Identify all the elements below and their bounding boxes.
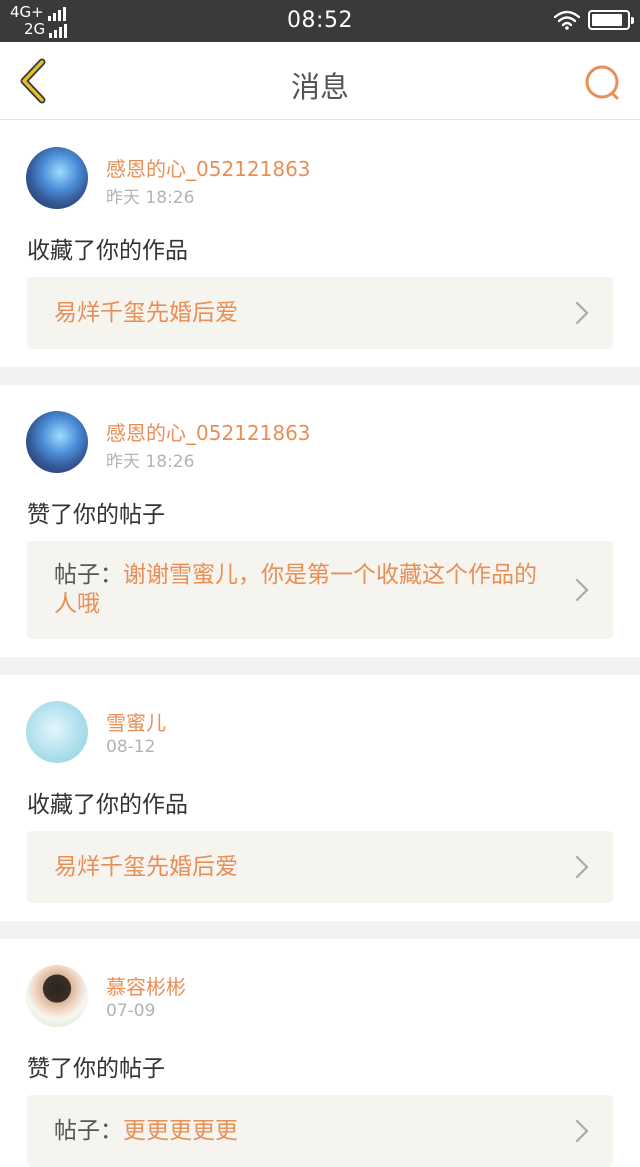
page-title: 消息 [290,70,349,104]
message-list: 感恩的心_052121863 昨天 18:26 收藏了你的作品 易烊千玺先婚后爱… [0,121,640,1167]
divider [0,921,640,939]
target-title: 易烊千玺先婚后爱 [54,299,238,326]
nav-bar: 消息 [0,42,640,120]
username[interactable]: 感恩的心_052121863 [106,153,311,182]
avatar[interactable] [26,147,88,209]
divider [0,367,640,385]
action-text: 收藏了你的作品 [27,238,188,264]
message-time: 08-12 [106,737,156,757]
username[interactable]: 慕容彬彬 [106,971,186,1000]
target-link[interactable]: 易烊千玺先婚后爱 [27,277,613,349]
username[interactable]: 雪蜜儿 [106,707,166,736]
target-title: 更更更更更 [123,1117,238,1144]
message-card: 感恩的心_052121863 昨天 18:26 赞了你的帖子 帖子：谢谢雪蜜儿，… [0,385,640,657]
target-link[interactable]: 帖子：谢谢雪蜜儿，你是第一个收藏这个作品的人哦 [27,541,613,639]
username[interactable]: 感恩的心_052121863 [106,417,311,446]
chevron-right-icon [575,301,589,325]
message-time: 昨天 18:26 [106,188,195,208]
wifi-icon [554,10,580,30]
search-icon[interactable] [584,62,624,102]
message-card: 慕容彬彬 07-09 赞了你的帖子 帖子：更更更更更 [0,939,640,1167]
chevron-right-icon [575,578,589,602]
battery-icon [588,10,634,30]
target-title: 易烊千玺先婚后爱 [54,853,238,880]
avatar[interactable] [26,965,88,1027]
message-time: 昨天 18:26 [106,452,195,472]
action-text: 赞了你的帖子 [27,502,165,528]
avatar[interactable] [26,411,88,473]
action-text: 赞了你的帖子 [27,1056,165,1082]
target-title: 谢谢雪蜜儿，你是第一个收藏这个作品的人哦 [54,562,537,617]
message-time: 07-09 [106,1001,156,1021]
status-time: 08:52 [287,8,353,33]
status-bar: 4G+ 2G 08:52 [0,0,640,42]
chevron-right-icon [575,1119,589,1143]
chevron-right-icon [575,855,589,879]
target-prefix: 帖子： [54,1117,123,1144]
target-prefix: 帖子： [54,562,123,588]
target-link[interactable]: 帖子：更更更更更 [27,1095,613,1167]
message-card: 雪蜜儿 08-12 收藏了你的作品 易烊千玺先婚后爱 [0,675,640,921]
divider [0,657,640,675]
message-card: 感恩的心_052121863 昨天 18:26 收藏了你的作品 易烊千玺先婚后爱 [0,121,640,367]
target-link[interactable]: 易烊千玺先婚后爱 [27,831,613,903]
action-text: 收藏了你的作品 [27,792,188,818]
avatar[interactable] [26,701,88,763]
